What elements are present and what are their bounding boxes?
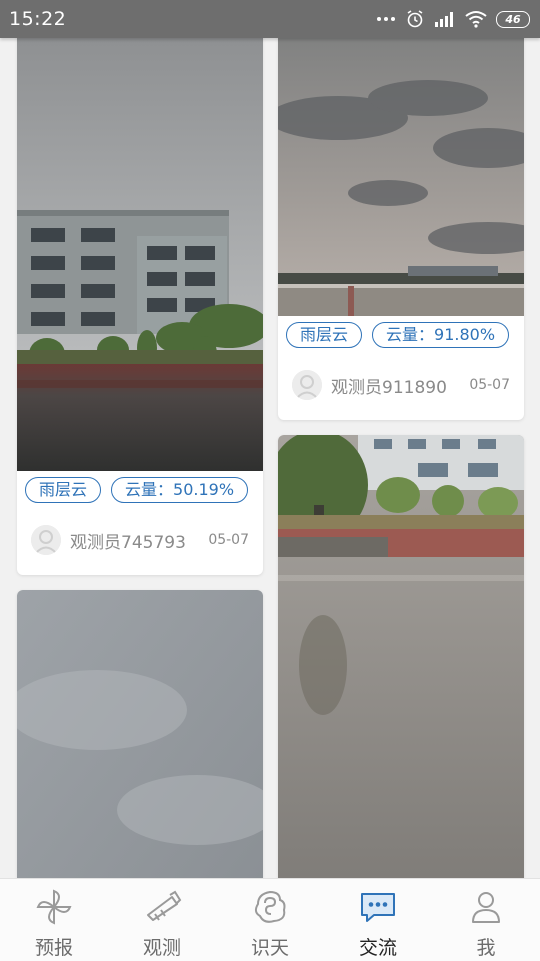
- wifi-icon: [465, 10, 487, 28]
- status-bar: 15:22 46: [0, 0, 540, 38]
- post-card[interactable]: [278, 435, 524, 878]
- cloud-swirl-icon: [250, 887, 290, 927]
- status-icons: 46: [376, 7, 530, 31]
- person-icon: [466, 887, 506, 927]
- bottom-nav: 预报 观测 识天 交流 我: [0, 878, 540, 961]
- post-card[interactable]: [17, 590, 263, 878]
- nav-item-forecast[interactable]: 预报: [0, 879, 108, 961]
- post-date: 05-07: [208, 532, 249, 548]
- post-tags: 雨层云 云量：50.19%: [25, 477, 249, 503]
- post-card[interactable]: 雨层云 云量：50.19% 观测员745793 05-07: [17, 38, 263, 575]
- signal-icon: [434, 11, 456, 27]
- post-photo[interactable]: [17, 38, 263, 471]
- more-dots-icon: [376, 15, 396, 23]
- post-tags: 雨层云 云量：91.80%: [286, 322, 510, 348]
- cloud-amount-tag[interactable]: 云量：91.80%: [372, 322, 510, 348]
- chat-bubble-icon: [358, 887, 398, 927]
- post-card[interactable]: 雨层云 云量：91.80% 观测员911890 05-07: [278, 38, 524, 420]
- battery-indicator: 46: [496, 10, 530, 28]
- pinwheel-icon: [34, 887, 74, 927]
- alarm-icon: [405, 9, 425, 29]
- post-photo[interactable]: [278, 435, 524, 878]
- nav-label: 交流: [358, 937, 397, 959]
- post-date: 05-07: [469, 377, 510, 393]
- post-photo[interactable]: [278, 38, 524, 316]
- observer-name[interactable]: 观测员745793: [70, 528, 208, 553]
- cloud-type-tag[interactable]: 雨层云: [25, 477, 102, 503]
- observer-name[interactable]: 观测员911890: [331, 373, 469, 398]
- avatar[interactable]: [292, 370, 322, 400]
- post-feed[interactable]: 雨层云 云量：50.19% 观测员745793 05-07 雨层云 云量：91.…: [0, 38, 540, 878]
- cloud-amount-tag[interactable]: 云量：50.19%: [111, 477, 249, 503]
- cloud-type-tag[interactable]: 雨层云: [286, 322, 363, 348]
- post-meta: 观测员911890 05-07: [292, 368, 510, 402]
- nav-label: 预报: [34, 937, 73, 959]
- status-time: 15:22: [9, 8, 67, 30]
- nav-item-identify-sky[interactable]: 识天: [216, 879, 324, 961]
- post-photo[interactable]: [17, 590, 263, 878]
- telescope-icon: [142, 887, 182, 927]
- nav-item-observe[interactable]: 观测: [108, 879, 216, 961]
- nav-label: 观测: [142, 937, 181, 959]
- nav-item-me[interactable]: 我: [432, 879, 540, 961]
- post-meta: 观测员745793 05-07: [31, 523, 249, 557]
- nav-item-exchange[interactable]: 交流: [324, 879, 432, 961]
- nav-label: 识天: [250, 937, 289, 959]
- avatar[interactable]: [31, 525, 61, 555]
- nav-label: 我: [476, 937, 496, 959]
